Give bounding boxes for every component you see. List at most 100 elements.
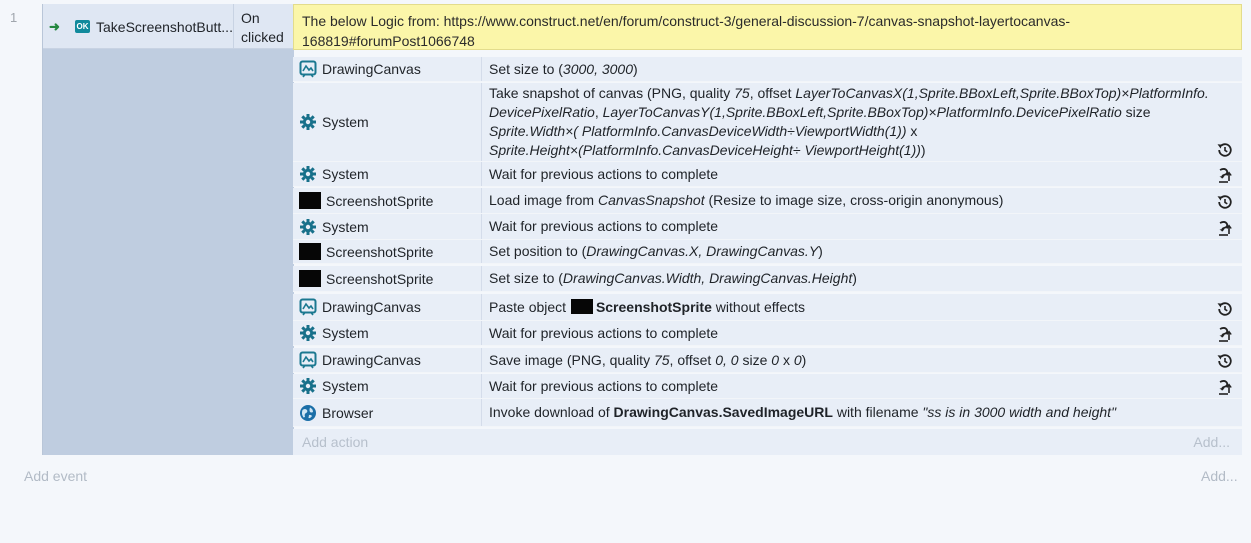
async-clock-icon	[1216, 352, 1234, 370]
action-object-name: ScreenshotSprite	[326, 192, 434, 209]
action-object-cell[interactable]: System	[293, 83, 482, 161]
action-row[interactable]: ScreenshotSprite Set size to (DrawingCanv…	[293, 266, 1242, 292]
action-text: Set size to (3000, 3000)	[489, 60, 638, 79]
action-object-name: System	[322, 166, 369, 182]
action-row[interactable]: DrawingCanvas Save image (PNG, quality 75…	[293, 348, 1242, 373]
wait-icon	[1216, 378, 1234, 396]
action-text-part: Wait for previous actions to complete	[489, 218, 719, 234]
action-text-part: Save image (PNG, quality	[489, 351, 654, 368]
action-text: Wait for previous actions to complete	[489, 377, 718, 396]
action-object-cell[interactable]: DrawingCanvas	[293, 348, 482, 372]
action-row[interactable]: DrawingCanvas Set size to (3000, 3000)	[293, 57, 1242, 82]
add-action-menu-button[interactable]: Add...	[1193, 429, 1230, 455]
action-text: Set position to (DrawingCanvas.X, Drawin…	[489, 242, 823, 261]
drawing-canvas-icon	[299, 60, 317, 78]
gear-icon	[299, 377, 317, 395]
action-text-part: with filename	[832, 404, 923, 420]
action-row[interactable]: System Wait for previous actions to compl…	[293, 321, 1242, 346]
action-description[interactable]: Load image from CanvasSnapshot (Resize t…	[482, 188, 1242, 213]
action-object-name: ScreenshotSprite	[326, 270, 434, 287]
action-parameter: 75	[653, 351, 670, 368]
gear-icon	[299, 324, 317, 342]
action-object-name: ScreenshotSprite	[326, 243, 434, 260]
action-description[interactable]: Set size to (3000, 3000)	[482, 57, 1242, 81]
sprite-icon	[570, 298, 593, 314]
action-description[interactable]: Invoke download of DrawingCanvas.SavedIm…	[482, 399, 1242, 426]
add-action-link[interactable]: Add action Add...	[293, 429, 1242, 455]
sprite-icon	[299, 192, 321, 209]
action-object-reference: ScreenshotSprite	[595, 298, 712, 315]
event-number: 1	[10, 10, 18, 25]
action-text: Take snapshot of canvas (PNG, quality 75…	[489, 84, 1212, 160]
action-text-part: )	[818, 243, 823, 259]
drawing-canvas-icon	[299, 351, 317, 369]
action-text: Wait for previous actions to complete	[489, 165, 718, 184]
action-description[interactable]: Wait for previous actions to complete	[482, 162, 1242, 186]
action-description[interactable]: Take snapshot of canvas (PNG, quality 75…	[482, 83, 1242, 161]
action-object-name: System	[322, 325, 369, 341]
action-description[interactable]: Wait for previous actions to complete	[482, 214, 1242, 239]
action-object-cell[interactable]: System	[293, 214, 482, 239]
action-object-cell[interactable]: System	[293, 162, 482, 186]
condition-object-name: TakeScreenshotButt...	[96, 19, 233, 35]
action-description[interactable]: Paste object ScreenshotSprite without ef…	[482, 294, 1242, 320]
action-object-cell[interactable]: DrawingCanvas	[293, 294, 482, 320]
action-object-name: DrawingCanvas	[322, 352, 421, 368]
add-event-menu-button[interactable]: Add...	[1201, 468, 1238, 484]
action-text-part: Set size to (	[489, 60, 563, 77]
async-clock-icon	[1216, 141, 1234, 159]
event-block[interactable]: ➜ OK TakeScreenshotButt... On clicked Th…	[42, 4, 1242, 455]
action-row[interactable]: ScreenshotSprite Set position to (Drawing…	[293, 240, 1242, 264]
add-event-link[interactable]: Add event	[24, 468, 87, 484]
action-object-cell[interactable]: System	[293, 374, 482, 398]
action-parameter: 0	[793, 351, 802, 368]
action-object-cell[interactable]: Browser	[293, 399, 482, 426]
action-text-part: )	[852, 270, 857, 286]
action-parameter: 0	[771, 351, 780, 368]
drawing-canvas-icon	[299, 298, 317, 316]
action-object-cell[interactable]: ScreenshotSprite	[293, 240, 482, 263]
action-text-part: Wait for previous actions to complete	[489, 324, 719, 341]
sprite-icon	[299, 243, 321, 260]
action-row[interactable]: System Wait for previous actions to compl…	[293, 214, 1242, 240]
action-parameter: LayerToCanvasY(1,Sprite.BBoxLeft,Sprite.…	[602, 104, 1122, 120]
action-row[interactable]: DrawingCanvas Paste object ScreenshotSpri…	[293, 294, 1242, 321]
condition-row[interactable]: ➜ OK TakeScreenshotButt... On clicked	[43, 4, 294, 49]
async-clock-icon	[1216, 300, 1234, 318]
action-description[interactable]: Wait for previous actions to complete	[482, 374, 1242, 398]
action-parameter: Sprite.Height×(PlatformInfo.CanvasDevice…	[489, 142, 921, 158]
action-description[interactable]: Wait for previous actions to complete	[482, 321, 1242, 345]
action-parameter: 75	[734, 85, 750, 101]
action-row[interactable]: System Wait for previous actions to compl…	[293, 162, 1242, 187]
action-row[interactable]: Browser Invoke download of DrawingCanvas.…	[293, 399, 1242, 427]
action-text-part: size	[1121, 104, 1151, 120]
action-text-part: x	[906, 123, 918, 139]
action-text-part: )	[633, 60, 638, 77]
action-text: Wait for previous actions to complete	[489, 324, 718, 343]
action-parameter: "ss is in 3000 width and height"	[922, 404, 1117, 420]
action-object-name: DrawingCanvas	[322, 299, 421, 315]
action-row[interactable]: ScreenshotSprite Load image from CanvasSn…	[293, 188, 1242, 214]
action-object-reference: DrawingCanvas.SavedImageURL	[613, 404, 833, 420]
action-text-part: Set size to (	[489, 270, 563, 286]
action-object-name: System	[322, 218, 369, 235]
sprite-icon	[299, 270, 321, 287]
action-text-part: Invoke download of	[489, 404, 614, 420]
action-text-part: without effects	[711, 298, 806, 315]
action-text-part: Load image from	[489, 192, 598, 208]
conditions-panel[interactable]: ➜ OK TakeScreenshotButt... On clicked	[42, 4, 294, 455]
action-object-cell[interactable]: ScreenshotSprite	[293, 266, 482, 291]
action-object-cell[interactable]: DrawingCanvas	[293, 57, 482, 81]
action-object-cell[interactable]: System	[293, 321, 482, 345]
action-text: Paste object ScreenshotSprite without ef…	[489, 298, 805, 317]
action-description[interactable]: Set size to (DrawingCanvas.Width, Drawin…	[482, 266, 1242, 291]
event-comment[interactable]: The below Logic from: https://www.constr…	[293, 4, 1242, 50]
action-row[interactable]: System Wait for previous actions to compl…	[293, 374, 1242, 399]
action-object-cell[interactable]: ScreenshotSprite	[293, 188, 482, 213]
action-text: Load image from CanvasSnapshot (Resize t…	[489, 191, 1003, 210]
action-description[interactable]: Save image (PNG, quality 75, offset 0, 0…	[482, 348, 1242, 372]
wait-icon	[1216, 219, 1234, 237]
action-row[interactable]: System Take snapshot of canvas (PNG, qual…	[293, 83, 1242, 162]
action-object-name: System	[322, 378, 369, 394]
action-description[interactable]: Set position to (DrawingCanvas.X, Drawin…	[482, 240, 1242, 263]
